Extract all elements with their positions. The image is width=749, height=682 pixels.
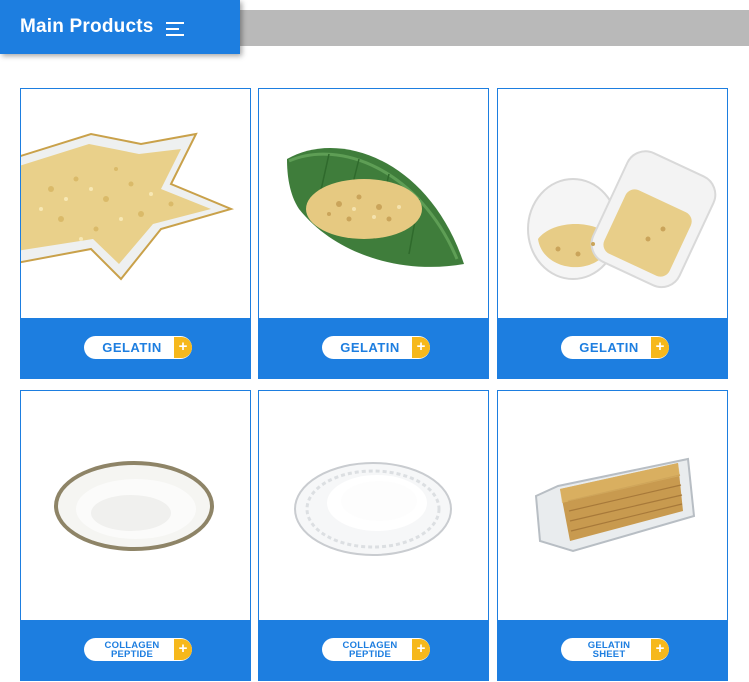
plus-icon: + [651,639,669,660]
plus-icon: + [651,337,669,358]
product-button[interactable]: COLLAGEN PEPTIDE + [84,638,192,661]
card-footer: COLLAGEN PEPTIDE + [20,620,251,681]
product-image [498,89,727,318]
plus-icon: + [174,639,192,660]
plus-icon: + [174,337,192,358]
product-label: GELATIN [579,340,639,355]
collagen-ceramic-dish-image [54,461,214,551]
product-button[interactable]: COLLAGEN PEPTIDE + [322,638,430,661]
product-button[interactable]: GELATIN SHEET + [561,638,669,661]
product-image [21,391,250,620]
plus-icon: + [412,639,430,660]
card-footer: COLLAGEN PEPTIDE + [258,620,489,681]
product-button[interactable]: GELATIN + [84,336,192,359]
card-footer: GELATIN + [258,318,489,379]
section-header: Main Products [0,0,240,54]
card-footer: GELATIN + [497,318,728,379]
product-button[interactable]: GELATIN + [322,336,430,359]
gelatin-glass-jar-image [527,150,717,289]
product-label: GELATIN [340,340,400,355]
product-image [259,391,488,620]
product-card-1[interactable]: GELATIN + [20,88,251,379]
collagen-glass-plate-image [294,462,452,556]
product-label: GELATIN SHEET [587,639,631,660]
product-image [259,89,488,318]
gelatin-sheet-pack-image [534,457,696,553]
product-label: COLLAGEN PEPTIDE [104,639,160,660]
menu-icon[interactable] [166,22,184,36]
product-card-2[interactable]: GELATIN + [258,88,489,379]
product-image [498,391,727,620]
section-title: Main Products [20,16,154,37]
product-button[interactable]: GELATIN + [561,336,669,359]
header-gray-bar [240,10,749,46]
gelatin-leaf-dish-image [287,147,464,267]
gelatin-star-dish-image [21,132,235,281]
product-card-4[interactable]: COLLAGEN PEPTIDE + [20,390,251,681]
card-footer: GELATIN SHEET + [497,620,728,681]
product-image [21,89,250,318]
product-label: COLLAGEN PEPTIDE [342,639,398,660]
product-card-6[interactable]: GELATIN SHEET + [497,390,728,681]
plus-icon: + [412,337,430,358]
card-footer: GELATIN + [20,318,251,379]
product-card-3[interactable]: GELATIN + [497,88,728,379]
product-label: GELATIN [102,340,162,355]
product-card-5[interactable]: COLLAGEN PEPTIDE + [258,390,489,681]
